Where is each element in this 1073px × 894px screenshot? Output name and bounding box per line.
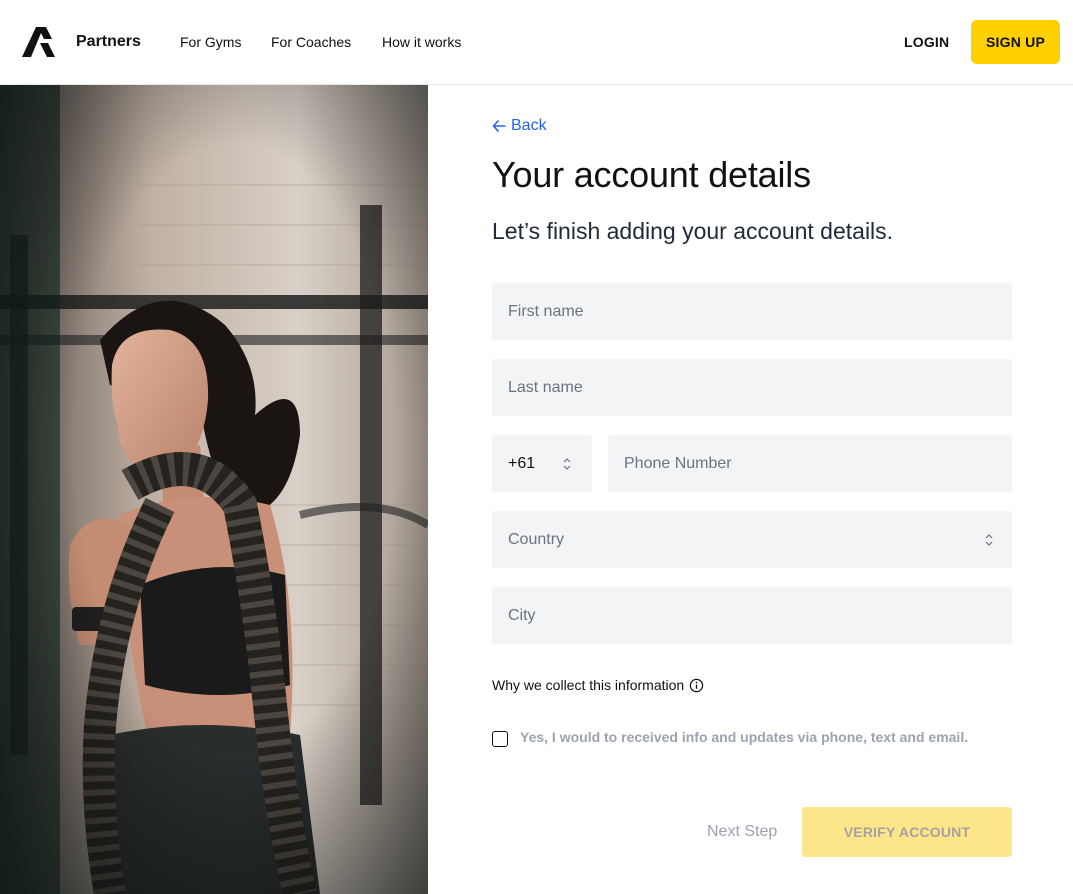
why-collect-info[interactable]: Why we collect this information: [492, 677, 704, 693]
back-link[interactable]: Back: [492, 117, 547, 135]
signup-button[interactable]: SIGN UP: [971, 20, 1060, 64]
next-step-link[interactable]: Next Step: [707, 823, 777, 841]
top-navbar: Partners For Gyms For Coaches How it wor…: [0, 0, 1073, 85]
chevron-up-down-icon: [985, 534, 993, 546]
consent-label[interactable]: Yes, I would to received info and update…: [520, 729, 968, 745]
phone-number-input[interactable]: [608, 435, 1012, 492]
country-code-select[interactable]: +61: [492, 435, 592, 492]
page-title: Your account details: [492, 154, 811, 195]
country-placeholder: Country: [508, 530, 565, 548]
nav-how-it-works[interactable]: How it works: [382, 34, 461, 50]
brand-logo-icon[interactable]: [22, 27, 62, 57]
arrow-left-icon: [492, 120, 506, 132]
country-select[interactable]: Country: [492, 511, 1012, 568]
chevron-up-down-icon: [563, 458, 571, 470]
why-collect-label: Why we collect this information: [492, 677, 685, 693]
hero-photo: [0, 85, 428, 894]
last-name-input[interactable]: [492, 359, 1012, 416]
consent-checkbox[interactable]: [492, 731, 508, 747]
brand-name[interactable]: Partners: [76, 33, 141, 51]
verify-account-button[interactable]: VERIFY ACCOUNT: [802, 807, 1012, 857]
nav-for-gyms[interactable]: For Gyms: [180, 34, 241, 50]
city-input[interactable]: [492, 587, 1012, 644]
page-subtitle: Let’s finish adding your account details…: [492, 218, 894, 244]
back-label: Back: [511, 117, 547, 134]
nav-for-coaches[interactable]: For Coaches: [271, 34, 351, 50]
info-circle-icon[interactable]: [689, 678, 704, 693]
first-name-input[interactable]: [492, 283, 1012, 340]
login-link[interactable]: LOGIN: [904, 34, 949, 50]
country-code-value: +61: [508, 454, 536, 472]
